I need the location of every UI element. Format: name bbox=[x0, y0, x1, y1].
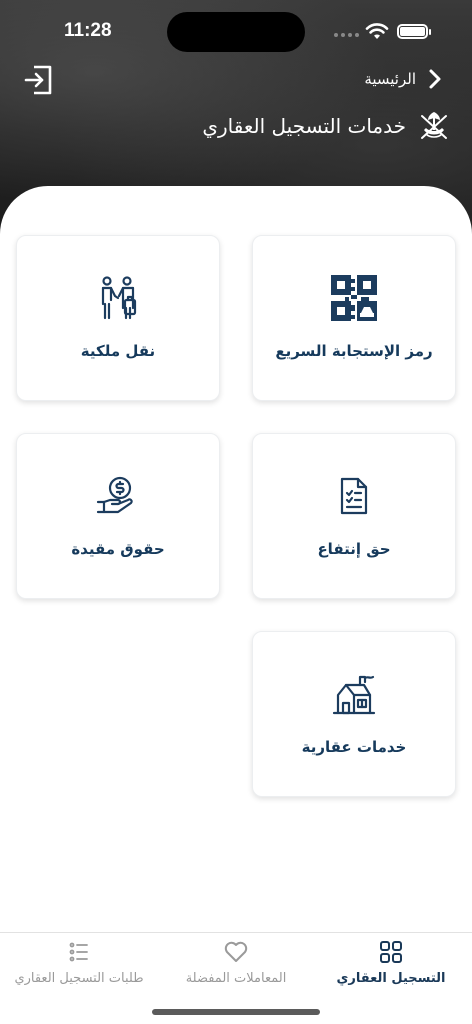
real-estate-house-icon bbox=[330, 670, 378, 718]
heart-icon bbox=[224, 941, 248, 962]
service-card-ownership-transfer[interactable]: نقل ملكية bbox=[16, 235, 220, 401]
tab-real-estate-registration[interactable]: التسجيل العقاري bbox=[336, 933, 446, 1003]
list-icon bbox=[69, 942, 88, 962]
battery-icon bbox=[397, 24, 431, 39]
national-emblem-icon bbox=[421, 112, 447, 139]
wifi-icon bbox=[365, 23, 389, 39]
dynamic-island bbox=[167, 12, 305, 52]
logout-icon[interactable] bbox=[24, 64, 54, 96]
service-label: حقوق مقيدة bbox=[71, 540, 165, 558]
page-title-row: خدمات التسجيل العقاري bbox=[202, 108, 452, 144]
tab-favorite-transactions[interactable]: المعاملات المفضلة bbox=[176, 933, 296, 1003]
tab-registration-requests[interactable]: طلبات التسجيل العقاري bbox=[6, 933, 152, 1003]
service-card-usufruct[interactable]: حق إنتفاع bbox=[252, 433, 456, 599]
tab-label: طلبات التسجيل العقاري bbox=[14, 971, 144, 986]
service-card-real-estate-services[interactable]: خدمات عقارية bbox=[252, 631, 456, 797]
grid-icon bbox=[380, 941, 402, 963]
tab-label: المعاملات المفضلة bbox=[185, 971, 287, 986]
breadcrumb[interactable]: الرئيسية bbox=[364, 68, 442, 90]
service-label: نقل ملكية bbox=[80, 342, 156, 360]
breadcrumb-home-link[interactable]: الرئيسية bbox=[364, 70, 416, 88]
ownership-transfer-icon bbox=[94, 274, 142, 322]
tab-label: التسجيل العقاري bbox=[336, 971, 446, 986]
service-label: خدمات عقارية bbox=[301, 738, 407, 756]
service-card-restricted-rights[interactable]: حقوق مقيدة bbox=[16, 433, 220, 599]
chevron-back-icon[interactable] bbox=[428, 68, 442, 90]
service-card-qr-code[interactable]: رمز الإستجابة السريع bbox=[252, 235, 456, 401]
qr-code-icon bbox=[330, 274, 378, 322]
status-time: 11:28 bbox=[64, 20, 112, 41]
page-title: خدمات التسجيل العقاري bbox=[202, 114, 406, 138]
service-label: رمز الإستجابة السريع bbox=[275, 342, 433, 360]
restricted-rights-icon bbox=[94, 472, 142, 520]
cellular-signal-icon bbox=[334, 33, 359, 37]
status-bar: 11:28 bbox=[0, 0, 472, 62]
home-indicator[interactable] bbox=[152, 1009, 320, 1015]
service-label: حق إنتفاع bbox=[317, 540, 391, 558]
usufruct-document-icon bbox=[330, 472, 378, 520]
